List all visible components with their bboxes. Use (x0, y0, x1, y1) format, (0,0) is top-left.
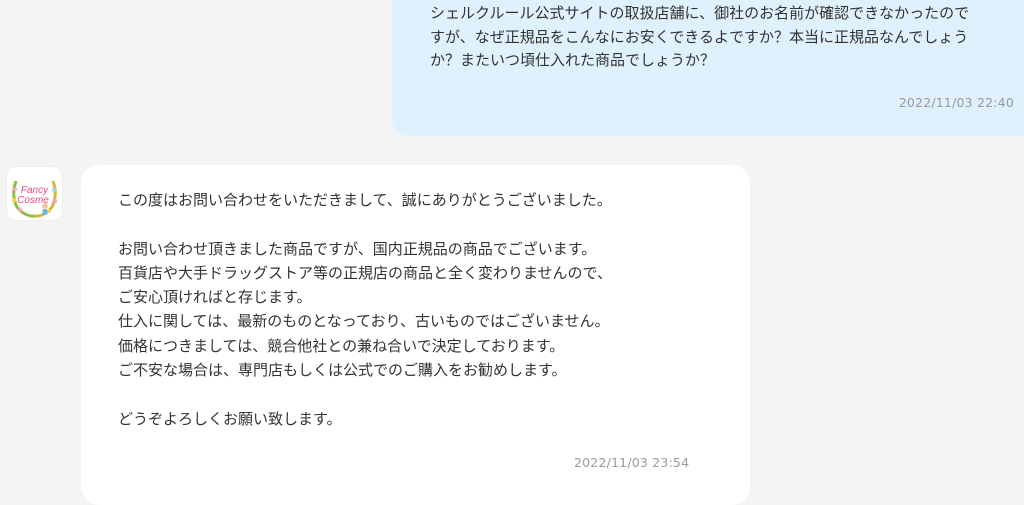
message-timestamp: 2022/11/03 23:54 (574, 455, 690, 470)
message-line: 価格につきましては、競合他社との兼ね合いで決定しております。 (118, 336, 565, 355)
incoming-message-bubble: この度はお問い合わせをいただきまして、誠にありがとうございました。 お問い合わせ… (81, 165, 750, 505)
message-timestamp: 2022/11/03 22:40 (898, 95, 1014, 110)
message-line: すが、なぜ正規品をこんなにお安くできるよですか？本当に正規品なんでしょう (430, 27, 969, 46)
outgoing-message-text: シェルクルール公式サイトの取扱店舗に、御社のお名前が確認できなかったので すが、… (430, 2, 1024, 73)
fancy-cosme-logo-icon: Fancy Cosme (12, 180, 57, 218)
chat-thread: シェルクルール公式サイトの取扱店舗に、御社のお名前が確認できなかったので すが、… (0, 0, 1024, 505)
message-line: シェルクルール公式サイトの取扱店舗に、御社のお名前が確認できなかったので (430, 4, 970, 22)
message-line: 仕入に関しては、最新のものとなっており、古いものではございません。 (118, 312, 610, 331)
message-line: どうぞよろしくお願い致します。 (118, 409, 342, 428)
incoming-message-text: この度はお問い合わせをいただきまして、誠にありがとうございました。 お問い合わせ… (118, 188, 738, 431)
message-line: か？またいつ頃仕入れた商品でしょうか？ (430, 51, 716, 69)
message-line: ご不安な場合は、専門店もしくは公式でのご購入をお勧めします。 (118, 361, 567, 380)
message-line: 百貨店や大手ドラッグストア等の正規店の商品と全く変わりませんので、 (118, 263, 612, 282)
avatar-text: Cosme (17, 195, 49, 206)
message-line: この度はお問い合わせをいただきまして、誠にありがとうございました。 (118, 191, 612, 209)
outgoing-message-bubble: シェルクルール公式サイトの取扱店舗に、御社のお名前が確認できなかったので すが、… (392, 0, 1024, 136)
message-line: ご安心頂ければと存じます。 (118, 288, 312, 307)
message-line: お問い合わせ頂きました商品ですが、国内正規品の商品でございます。 (118, 239, 597, 258)
message-line (118, 382, 738, 406)
shop-avatar[interactable]: Fancy Cosme (7, 167, 62, 220)
message-line (118, 212, 738, 236)
